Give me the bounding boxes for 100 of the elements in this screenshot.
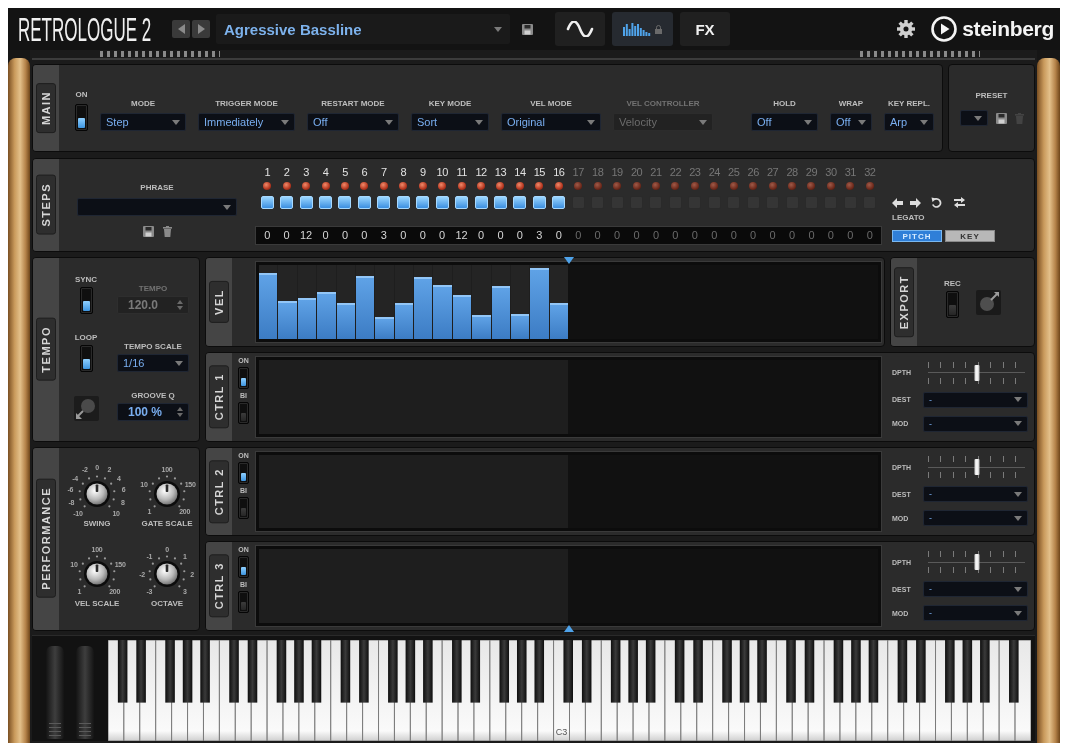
step-value[interactable]: 0	[866, 230, 873, 241]
toggle-switch[interactable]	[238, 461, 249, 484]
step-value[interactable]: 0	[827, 230, 834, 241]
velocity-bar[interactable]	[375, 316, 394, 339]
mod-wheel[interactable]	[76, 646, 94, 739]
dropdown[interactable]: Off	[830, 113, 872, 131]
step-value[interactable]: 0	[691, 230, 698, 241]
velocity-bar[interactable]	[549, 303, 568, 339]
toggle-switch[interactable]	[79, 287, 93, 314]
toggle-switch[interactable]	[238, 591, 249, 614]
page-button[interactable]: FX	[680, 12, 730, 46]
velocity-track[interactable]	[317, 265, 336, 339]
settings-icon[interactable]	[897, 20, 916, 38]
number-field[interactable]: 100 %	[117, 403, 189, 421]
dropdown[interactable]: -	[923, 605, 1028, 622]
step-value[interactable]: 0	[788, 230, 796, 241]
dropdown[interactable]: Immediately	[198, 113, 295, 131]
velocity-bar[interactable]	[510, 313, 530, 339]
step-value[interactable]: 0	[497, 230, 504, 241]
toggle-switch[interactable]	[945, 291, 959, 318]
loop-marker-icon[interactable]	[563, 625, 574, 632]
step-value[interactable]: 0	[341, 230, 349, 241]
velocity-bar[interactable]	[317, 291, 336, 339]
dropdown[interactable]: -	[923, 391, 1028, 408]
piano-keyboard[interactable]	[108, 640, 1031, 741]
velocity-track[interactable]	[472, 265, 491, 339]
step-value[interactable]: 0	[652, 230, 660, 241]
step-value[interactable]: 0	[594, 230, 601, 241]
velocity-track[interactable]	[549, 265, 568, 339]
step-value[interactable]: 0	[264, 230, 271, 241]
step-value[interactable]: 0	[633, 230, 640, 241]
dropdown[interactable]: Sort	[411, 113, 489, 131]
step-value[interactable]: 3	[380, 230, 387, 241]
toggle-switch[interactable]	[75, 104, 88, 131]
velocity-track[interactable]	[278, 265, 297, 339]
velocity-track[interactable]	[491, 265, 510, 339]
step-value[interactable]: 0	[672, 230, 679, 241]
step-value[interactable]: 0	[477, 230, 485, 241]
step-value[interactable]: 0	[516, 230, 523, 241]
arrow-left-icon[interactable]	[892, 197, 903, 208]
dropdown[interactable]: -	[923, 486, 1028, 503]
velocity-track[interactable]	[336, 265, 355, 339]
velocity-bar[interactable]	[452, 295, 472, 339]
step-value[interactable]: 0	[808, 230, 815, 241]
step-value[interactable]: 0	[614, 230, 621, 241]
toggle-switch[interactable]	[238, 401, 249, 424]
velocity-track[interactable]	[433, 265, 452, 339]
dropdown[interactable]: -	[923, 581, 1028, 598]
preset-selector[interactable]: Agressive Bassline	[216, 14, 510, 44]
step-value[interactable]: 0	[575, 230, 582, 241]
knob-pointer[interactable]	[95, 564, 99, 572]
slider-thumb[interactable]	[974, 459, 979, 476]
drag-icon[interactable]	[73, 396, 99, 421]
step-value[interactable]: 0	[555, 230, 562, 241]
save-icon[interactable]	[995, 112, 1007, 124]
velocity-track[interactable]	[297, 265, 317, 339]
dropdown[interactable]: -	[923, 510, 1028, 527]
step-value[interactable]: 0	[400, 230, 407, 241]
dropdown[interactable]: Off	[307, 113, 399, 131]
toggle-switch[interactable]	[79, 345, 93, 372]
knob-pointer[interactable]	[165, 564, 169, 572]
step-value[interactable]: 0	[711, 230, 718, 241]
dropdown[interactable]	[959, 110, 988, 126]
next-button[interactable]	[192, 20, 210, 38]
toggle-switch[interactable]	[238, 366, 249, 389]
step-value[interactable]: 0	[750, 230, 757, 241]
toggle-switch[interactable]	[238, 496, 249, 519]
step-value[interactable]: 0	[322, 230, 329, 241]
step-value[interactable]: 0	[769, 230, 776, 241]
slider-thumb[interactable]	[974, 554, 979, 571]
dropdown[interactable]: 1/16	[117, 354, 189, 372]
step-value[interactable]: 12	[455, 230, 468, 241]
velocity-track[interactable]	[452, 265, 472, 339]
undo-icon[interactable]	[931, 197, 942, 208]
previous-button[interactable]	[172, 20, 190, 38]
mode-tab[interactable]: KEY	[945, 230, 995, 242]
step-value[interactable]: 0	[283, 230, 290, 241]
knob-pointer[interactable]	[165, 484, 169, 492]
dropdown[interactable]: Arp	[884, 113, 934, 131]
step-value[interactable]: 0	[361, 230, 368, 241]
step-value[interactable]: 0	[847, 230, 854, 241]
step-value[interactable]: 3	[536, 230, 543, 241]
dropdown[interactable]: Original	[501, 113, 601, 131]
page-button[interactable]	[555, 12, 605, 46]
dropdown[interactable]: -	[923, 415, 1028, 432]
drag-icon[interactable]	[975, 290, 1001, 315]
trash-icon[interactable]	[162, 226, 172, 237]
step-value[interactable]: 0	[439, 230, 446, 241]
dropdown[interactable]: Step	[100, 113, 186, 131]
arrow-right-icon[interactable]	[910, 197, 921, 208]
velocity-bar[interactable]	[336, 303, 355, 339]
swap-icon[interactable]	[954, 197, 965, 208]
step-value[interactable]: 0	[419, 230, 426, 241]
velocity-bar[interactable]	[297, 298, 317, 339]
step-value[interactable]: 0	[730, 230, 737, 241]
velocity-bar[interactable]	[394, 303, 413, 339]
velocity-track[interactable]	[510, 265, 530, 339]
loop-marker-icon[interactable]	[563, 257, 574, 264]
toggle-switch[interactable]	[238, 556, 249, 579]
save-icon[interactable]	[142, 226, 154, 237]
